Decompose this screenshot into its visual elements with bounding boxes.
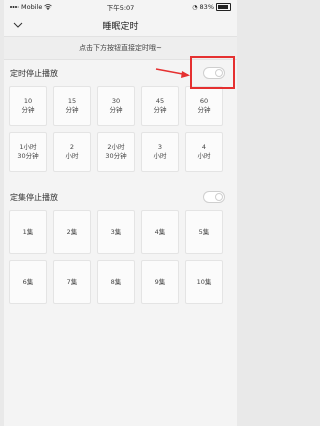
timer-option[interactable]: 10 分钟 [9, 86, 47, 126]
timer-toggle[interactable] [203, 67, 225, 79]
phone-screen: Mobile 下午5:07 ◔ 83% 睡眠定时 点击下方按钮直接定时哦~ 定时… [4, 0, 237, 426]
episode-option[interactable]: 7集 [53, 260, 91, 304]
option-line1: 3 [157, 143, 163, 151]
timer-option[interactable]: 2 小时 [53, 132, 91, 172]
page-title: 睡眠定时 [102, 21, 139, 32]
episode-option[interactable]: 8集 [97, 260, 135, 304]
timer-option[interactable]: 4 小时 [185, 132, 223, 172]
option-line1: 4 [201, 143, 207, 151]
option-line2: 分钟 [153, 106, 167, 114]
option-line2: 分钟 [65, 106, 79, 114]
episode-section-header: 定集停止播放 [4, 184, 237, 210]
episode-option[interactable]: 2集 [53, 210, 91, 254]
timer-option[interactable]: 45 分钟 [141, 86, 179, 126]
option-line1: 1小时 [19, 143, 37, 151]
episode-option[interactable]: 6集 [9, 260, 47, 304]
option-line1: 30 [111, 97, 121, 105]
episode-section-label: 定集停止播放 [10, 192, 58, 202]
option-line2: 小时 [153, 152, 167, 160]
nav-bar: 睡眠定时 [4, 14, 237, 36]
option-line2: 分钟 [109, 106, 123, 114]
episode-toggle[interactable] [203, 191, 225, 203]
episode-option[interactable]: 5集 [185, 210, 223, 254]
chevron-down-icon [13, 22, 23, 28]
option-line1: 10 [23, 97, 33, 105]
episode-option[interactable]: 3集 [97, 210, 135, 254]
timer-option[interactable]: 60 分钟 [185, 86, 223, 126]
episode-options-grid: 1集 2集 3集 4集 5集 6集 7集 8集 9集 10集 [4, 210, 237, 304]
timer-options-grid: 10 分钟 15 分钟 30 分钟 45 分钟 60 分钟 1小时 30分钟 2 小时 2小时… [4, 86, 237, 172]
episode-option[interactable]: 9集 [141, 260, 179, 304]
red-arrow-annotation [155, 68, 190, 78]
option-line2: 30分钟 [105, 152, 127, 160]
episode-option[interactable]: 10集 [185, 260, 223, 304]
timer-option[interactable]: 15 分钟 [53, 86, 91, 126]
status-time: 下午5:07 [106, 4, 135, 12]
option-line2: 分钟 [21, 106, 35, 114]
option-line2: 小时 [65, 152, 79, 160]
timer-option[interactable]: 1小时 30分钟 [9, 132, 47, 172]
status-bar: Mobile 下午5:07 ◔ 83% [4, 0, 237, 14]
timer-section-header: 定时停止播放 [4, 56, 237, 89]
timer-option[interactable]: 2小时 30分钟 [97, 132, 135, 172]
option-line1: 2 [69, 143, 75, 151]
timer-option[interactable]: 3 小时 [141, 132, 179, 172]
option-line1: 15 [67, 97, 77, 105]
timer-section-label: 定时停止播放 [10, 68, 58, 78]
battery-icon [216, 3, 231, 11]
option-line1: 60 [199, 97, 209, 105]
option-line1: 2小时 [107, 143, 125, 151]
option-line2: 30分钟 [17, 152, 39, 160]
timer-option[interactable]: 30 分钟 [97, 86, 135, 126]
option-line2: 分钟 [197, 106, 211, 114]
episode-option[interactable]: 1集 [9, 210, 47, 254]
option-line1: 45 [155, 97, 165, 105]
back-button[interactable] [11, 18, 25, 32]
episode-option[interactable]: 4集 [141, 210, 179, 254]
option-line2: 小时 [197, 152, 211, 160]
